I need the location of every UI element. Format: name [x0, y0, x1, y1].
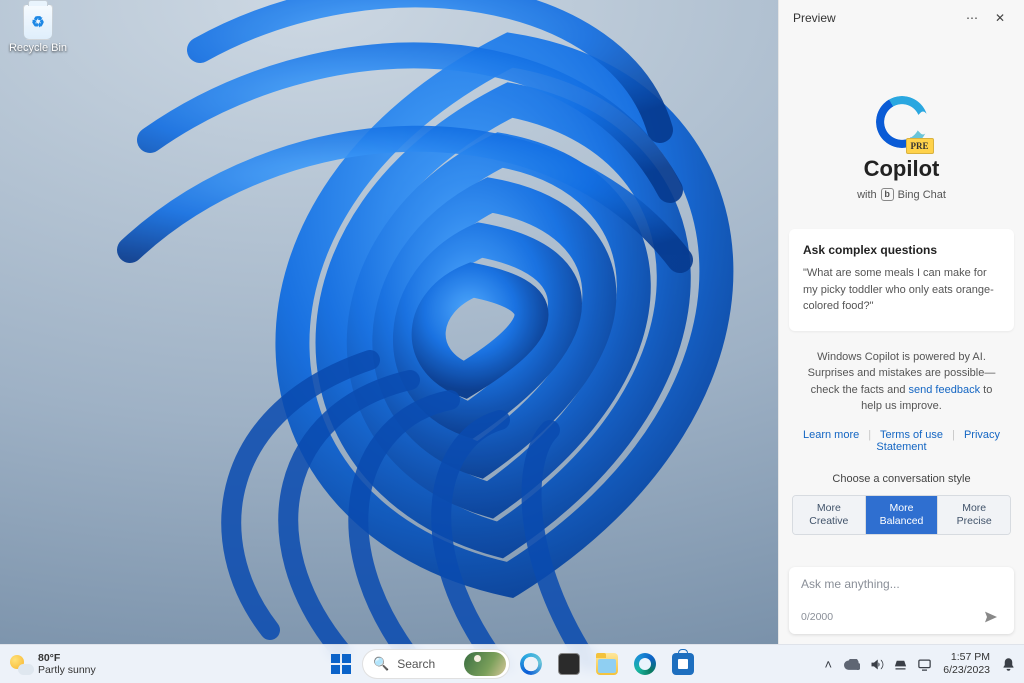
send-icon [983, 609, 999, 625]
input-area: 0/2000 [779, 559, 1024, 644]
wallpaper-art [80, 0, 830, 670]
tray-input[interactable] [913, 649, 935, 679]
example-card[interactable]: Ask complex questions "What are some mea… [789, 229, 1014, 331]
input-indicator-icon [917, 657, 932, 672]
chevron-up-icon: ˄ [824, 657, 832, 672]
chat-input[interactable] [801, 577, 1002, 597]
more-icon: ⋯ [966, 11, 978, 25]
taskview-icon [558, 653, 580, 675]
recycle-bin-label: Recycle Bin [8, 42, 68, 54]
char-counter: 0/2000 [801, 611, 833, 623]
system-tray: ˄ 1:57 PM 6/23/2023 [817, 645, 1024, 683]
close-button[interactable]: ✕ [986, 4, 1014, 32]
search-icon: 🔍 [373, 656, 389, 672]
clock-time: 1:57 PM [943, 651, 990, 664]
tray-overflow[interactable]: ˄ [817, 649, 839, 679]
tray-volume[interactable] [865, 649, 887, 679]
taskbar-copilot[interactable] [514, 647, 548, 681]
chat-input-box[interactable]: 0/2000 [789, 567, 1014, 634]
copilot-header: Preview ⋯ ✕ [779, 0, 1024, 36]
close-icon: ✕ [995, 11, 1005, 25]
volume-icon [869, 657, 884, 672]
copilot-icon [520, 653, 542, 675]
start-button[interactable] [324, 647, 358, 681]
style-title: Choose a conversation style [789, 473, 1014, 485]
copilot-body: PRE Copilot with b Bing Chat Ask complex… [779, 36, 1024, 559]
copilot-title: Copilot [789, 156, 1014, 182]
weather-icon [10, 653, 32, 675]
pre-badge: PRE [906, 138, 934, 154]
taskbar-clock[interactable]: 1:57 PM 6/23/2023 [937, 651, 996, 676]
taskbar-taskview[interactable] [552, 647, 586, 681]
taskbar-search[interactable]: 🔍 Search [362, 649, 510, 679]
tray-network[interactable] [889, 649, 911, 679]
network-icon [893, 657, 908, 672]
more-button[interactable]: ⋯ [958, 4, 986, 32]
taskbar: 80°F Partly sunny 🔍 Search ˄ [0, 644, 1024, 683]
taskbar-explorer[interactable] [590, 647, 624, 681]
weather-temp: 80°F [38, 652, 96, 664]
notifications-button[interactable] [998, 657, 1018, 672]
copilot-logo-icon: PRE [876, 96, 928, 148]
copilot-header-title: Preview [793, 11, 836, 25]
taskbar-store[interactable] [666, 647, 700, 681]
disclaimer-text: Windows Copilot is powered by AI. Surpri… [789, 331, 1014, 421]
example-card-title: Ask complex questions [803, 243, 1000, 257]
bell-icon [1001, 657, 1016, 672]
copilot-brand: PRE Copilot with b Bing Chat [789, 96, 1014, 201]
send-button[interactable] [980, 606, 1002, 628]
edge-icon [634, 653, 656, 675]
recycle-bin[interactable]: ♻ Recycle Bin [8, 4, 68, 54]
send-feedback-link[interactable]: send feedback [909, 384, 981, 396]
style-precise[interactable]: More Precise [937, 496, 1010, 534]
bing-icon: b [881, 188, 894, 201]
taskbar-center: 🔍 Search [324, 645, 700, 683]
style-balanced[interactable]: More Balanced [865, 496, 938, 534]
learn-more-link[interactable]: Learn more [803, 429, 859, 441]
weather-cond: Partly sunny [38, 664, 96, 676]
search-highlight-icon [464, 652, 506, 676]
clock-date: 6/23/2023 [943, 664, 990, 677]
style-creative[interactable]: More Creative [793, 496, 865, 534]
copilot-pane: Preview ⋯ ✕ PRE Copilot with b Bing Chat… [778, 0, 1024, 644]
search-placeholder: Search [397, 657, 435, 671]
recycle-bin-icon: ♻ [23, 4, 53, 40]
onedrive-icon [844, 659, 860, 670]
store-icon [672, 653, 694, 675]
tray-onedrive[interactable] [841, 649, 863, 679]
footer-links: Learn more | Terms of use | Privacy Stat… [789, 429, 1014, 453]
terms-link[interactable]: Terms of use [880, 429, 943, 441]
style-selector: More Creative More Balanced More Precise [792, 495, 1011, 535]
weather-widget[interactable]: 80°F Partly sunny [0, 645, 96, 683]
file-explorer-icon [596, 653, 618, 675]
windows-logo-icon [331, 654, 351, 674]
taskbar-edge[interactable] [628, 647, 662, 681]
example-card-text: "What are some meals I can make for my p… [803, 265, 1000, 315]
copilot-subtitle: with b Bing Chat [789, 188, 1014, 201]
